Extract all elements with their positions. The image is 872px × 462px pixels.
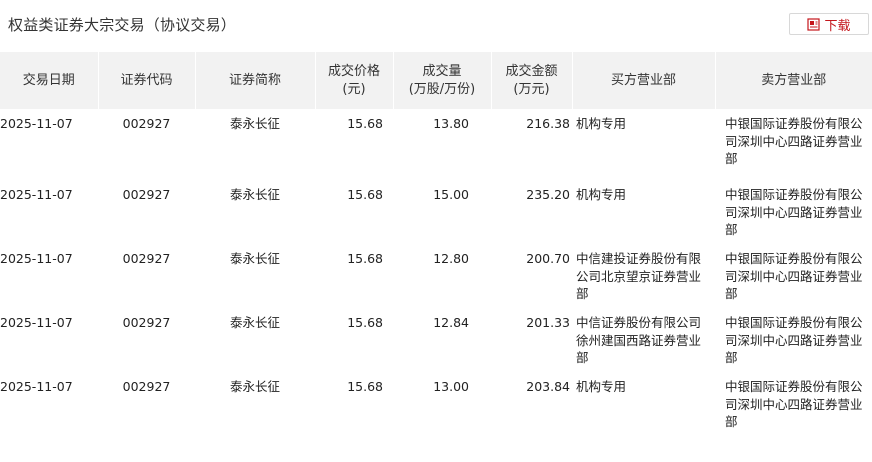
cell-seller: 中银国际证券股份有限公司深圳中心四路证券营业部 (725, 315, 863, 365)
cell-volume: 12.80 (433, 251, 469, 266)
cell-name: 泰永长征 (229, 187, 280, 202)
cell-buyer: 中信建投证券股份有限公司北京望京证券营业部 (576, 251, 702, 301)
cell-date: 2025-11-07 (0, 116, 73, 131)
cell-price: 15.68 (347, 187, 383, 202)
cell-amount: 203.84 (526, 379, 570, 394)
cell-date: 2025-11-07 (0, 187, 73, 202)
download-label: 下载 (824, 18, 851, 34)
cell-seller: 中银国际证券股份有限公司深圳中心四路证券营业部 (725, 379, 863, 429)
cell-amount: 200.70 (526, 251, 570, 266)
cell-buyer: 机构专用 (576, 187, 627, 202)
download-excel-icon (807, 17, 821, 31)
cell-volume: 13.80 (433, 116, 469, 131)
cell-seller: 中银国际证券股份有限公司深圳中心四路证券营业部 (725, 187, 863, 237)
page-header: 权益类证券大宗交易（协议交易） 下载 (0, 0, 872, 50)
cell-name: 泰永长征 (229, 251, 280, 266)
cell-volume: 15.00 (433, 187, 469, 202)
cell-date: 2025-11-07 (0, 379, 73, 394)
cell-volume: 13.00 (433, 379, 469, 394)
cell-name: 泰永长征 (229, 315, 280, 330)
header-buyer: 买方营业部 (571, 52, 715, 109)
header-seller: 卖方营业部 (714, 52, 872, 109)
cell-code: 002927 (122, 379, 171, 394)
cell-seller: 中银国际证券股份有限公司深圳中心四路证券营业部 (725, 251, 863, 301)
page-title: 权益类证券大宗交易（协议交易） (8, 16, 237, 34)
header-trade-date: 交易日期 (0, 52, 98, 109)
cell-price: 15.68 (347, 379, 383, 394)
cell-seller: 中银国际证券股份有限公司深圳中心四路证券营业部 (725, 116, 863, 166)
header-security-name: 证券简称 (194, 52, 315, 109)
cell-amount: 201.33 (526, 315, 570, 330)
cell-amount: 216.38 (526, 116, 570, 131)
block-trade-table: 交易日期 证券代码 证券简称 成交价格 (元) 成交量 (万股/万份) 成交金额 (万… (0, 52, 872, 436)
header-volume: 成交量 (万股/万份) (392, 52, 491, 109)
cell-buyer: 机构专用 (576, 379, 627, 394)
table-row: 2025-11-07 002927 泰永长征 15.68 12.80 200.7… (0, 244, 872, 308)
header-security-code: 证券代码 (97, 52, 195, 109)
cell-volume: 12.84 (433, 315, 469, 330)
table-row: 2025-11-07 002927 泰永长征 15.68 13.80 216.3… (0, 109, 872, 180)
cell-date: 2025-11-07 (0, 251, 73, 266)
cell-code: 002927 (122, 116, 171, 131)
cell-buyer: 机构专用 (576, 116, 627, 131)
cell-code: 002927 (122, 251, 171, 266)
cell-code: 002927 (122, 187, 171, 202)
cell-code: 002927 (122, 315, 171, 330)
download-button[interactable]: 下载 (789, 13, 869, 35)
cell-amount: 235.20 (526, 187, 570, 202)
cell-date: 2025-11-07 (0, 315, 73, 330)
cell-price: 15.68 (347, 116, 383, 131)
cell-price: 15.68 (347, 315, 383, 330)
cell-buyer: 中信证券股份有限公司徐州建国西路证券营业部 (576, 315, 702, 365)
cell-name: 泰永长征 (229, 379, 280, 394)
table-row: 2025-11-07 002927 泰永长征 15.68 12.84 201.3… (0, 308, 872, 372)
header-amount: 成交金额 (万元) (490, 52, 572, 109)
header-price: 成交价格 (元) (314, 52, 393, 109)
cell-name: 泰永长征 (229, 116, 280, 131)
table-row: 2025-11-07 002927 泰永长征 15.68 13.00 203.8… (0, 372, 872, 436)
table-header-row: 交易日期 证券代码 证券简称 成交价格 (元) 成交量 (万股/万份) 成交金额 (万… (0, 52, 872, 109)
cell-price: 15.68 (347, 251, 383, 266)
table-row: 2025-11-07 002927 泰永长征 15.68 15.00 235.2… (0, 180, 872, 244)
